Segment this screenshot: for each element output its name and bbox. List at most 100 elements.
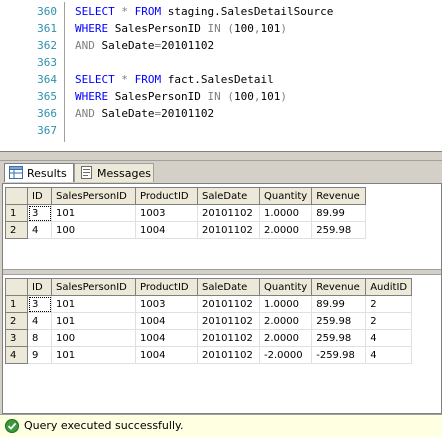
grid-cell[interactable]: 259.98: [311, 329, 367, 347]
column-header[interactable]: Quantity: [258, 278, 313, 296]
column-header[interactable]: Revenue: [311, 278, 367, 296]
grid-cell[interactable]: 259.98: [311, 221, 367, 239]
results-grid-2[interactable]: ID SalesPersonID ProductID SaleDate Quantity…: [5, 278, 413, 364]
code-text[interactable]: SELECT * FROM staging.SalesDetailSource: [75, 3, 333, 20]
table-row[interactable]: 1 3 101 1003 20101102 1.0000 89.99 2: [5, 295, 413, 313]
grid-cell[interactable]: 2.0000: [258, 312, 313, 330]
grid-cell[interactable]: 20101102: [197, 295, 260, 313]
row-number[interactable]: 3: [5, 329, 28, 347]
status-bar: Query executed successfully.: [0, 414, 442, 437]
grid-separator[interactable]: [3, 269, 441, 275]
code-line[interactable]: 364 SELECT * FROM fact.SalesDetail: [0, 71, 442, 88]
column-header[interactable]: SalesPersonID: [51, 187, 136, 205]
grid-corner[interactable]: [5, 278, 28, 296]
grid-cell[interactable]: 20101102: [197, 312, 260, 330]
tab-results-label: Results: [27, 167, 67, 180]
code-text[interactable]: SELECT * FROM fact.SalesDetail: [75, 71, 274, 88]
results-grid-1[interactable]: ID SalesPersonID ProductID SaleDate Quantity…: [5, 187, 367, 239]
editor-results-splitter[interactable]: [0, 152, 442, 161]
code-line[interactable]: 365 WHERE SalesPersonID IN (100,101): [0, 88, 442, 105]
check-circle-icon: [5, 419, 19, 433]
code-line[interactable]: 367: [0, 122, 442, 139]
grid-cell[interactable]: 1004: [135, 346, 198, 364]
code-line[interactable]: 360 SELECT * FROM staging.SalesDetailSour…: [0, 3, 442, 20]
grid-cell[interactable]: 1004: [135, 329, 198, 347]
grid-cell[interactable]: 89.99: [311, 295, 367, 313]
grid-cell[interactable]: 3: [27, 204, 52, 222]
grid-cell[interactable]: 100: [51, 221, 136, 239]
line-number: 360: [37, 5, 57, 18]
grid-cell[interactable]: 4: [27, 312, 52, 330]
row-number[interactable]: 2: [5, 312, 28, 330]
code-line[interactable]: 366 AND SaleDate=20101102: [0, 105, 442, 122]
row-number[interactable]: 4: [5, 346, 28, 364]
column-header[interactable]: Quantity: [258, 187, 313, 205]
column-header[interactable]: Revenue: [311, 187, 367, 205]
line-number: 364: [37, 73, 57, 86]
grid-header-row: ID SalesPersonID ProductID SaleDate Quantity…: [5, 278, 413, 296]
row-number[interactable]: 1: [5, 204, 28, 222]
row-number[interactable]: 1: [5, 295, 28, 313]
grid-cell[interactable]: 20101102: [197, 346, 260, 364]
grid-cell[interactable]: 1.0000: [258, 295, 313, 313]
grid-cell[interactable]: 101: [51, 312, 136, 330]
grid-cell[interactable]: 89.99: [311, 204, 367, 222]
code-text[interactable]: AND SaleDate=20101102: [75, 105, 214, 122]
status-message: Query executed successfully.: [24, 419, 184, 432]
column-header[interactable]: SalesPersonID: [51, 278, 136, 296]
column-header[interactable]: ProductID: [135, 187, 198, 205]
grid-cell[interactable]: 101: [51, 346, 136, 364]
code-text[interactable]: AND SaleDate=20101102: [75, 37, 214, 54]
grid-cell[interactable]: 101: [51, 295, 136, 313]
tab-results[interactable]: Results: [4, 163, 74, 182]
grid-cell[interactable]: 1.0000: [258, 204, 313, 222]
grid-cell[interactable]: 20101102: [197, 329, 260, 347]
grid-cell[interactable]: 1003: [135, 295, 198, 313]
line-number: 366: [37, 107, 57, 120]
line-number: 365: [37, 90, 57, 103]
grid-cell[interactable]: 9: [27, 346, 52, 364]
column-header[interactable]: ProductID: [135, 278, 198, 296]
grid-cell[interactable]: 20101102: [197, 204, 260, 222]
table-row[interactable]: 2 4 101 1004 20101102 2.0000 259.98 2: [5, 312, 413, 330]
grid-cell[interactable]: -2.0000: [258, 346, 313, 364]
grid-cell[interactable]: 2.0000: [258, 329, 313, 347]
grid-cell[interactable]: 259.98: [311, 312, 367, 330]
grid-cell[interactable]: 8: [27, 329, 52, 347]
grid-cell[interactable]: 3: [27, 295, 52, 313]
code-text[interactable]: WHERE SalesPersonID IN (100,101): [75, 20, 287, 37]
grid-cell[interactable]: 20101102: [197, 221, 260, 239]
query-editor[interactable]: 360 SELECT * FROM staging.SalesDetailSour…: [0, 0, 442, 152]
table-row[interactable]: 4 9 101 1004 20101102 -2.0000 -259.98 4: [5, 346, 413, 364]
code-line[interactable]: 361 WHERE SalesPersonID IN (100,101): [0, 20, 442, 37]
column-header[interactable]: SaleDate: [197, 187, 260, 205]
grid-cell[interactable]: 1003: [135, 204, 198, 222]
line-number: 361: [37, 22, 57, 35]
line-number: 367: [37, 124, 57, 137]
column-header[interactable]: SaleDate: [197, 278, 260, 296]
grid-cell[interactable]: 101: [51, 204, 136, 222]
table-row[interactable]: 2 4 100 1004 20101102 2.0000 259.98: [5, 221, 367, 239]
grid-cell[interactable]: 1004: [135, 221, 198, 239]
column-header[interactable]: AuditID: [365, 278, 413, 296]
grid-cell[interactable]: -259.98: [311, 346, 367, 364]
tab-messages[interactable]: Messages: [74, 163, 154, 182]
table-row[interactable]: 3 8 100 1004 20101102 2.0000 259.98 4: [5, 329, 413, 347]
grid-cell[interactable]: 2: [365, 312, 413, 330]
grid-cell[interactable]: 100: [51, 329, 136, 347]
grid-cell[interactable]: 4: [365, 329, 413, 347]
grid-cell[interactable]: 4: [365, 346, 413, 364]
line-number: 363: [37, 56, 57, 69]
grid-corner[interactable]: [5, 187, 28, 205]
code-text[interactable]: WHERE SalesPersonID IN (100,101): [75, 88, 287, 105]
row-number[interactable]: 2: [5, 221, 28, 239]
code-line[interactable]: 362 AND SaleDate=20101102: [0, 37, 442, 54]
grid-cell[interactable]: 2.0000: [258, 221, 313, 239]
grid-cell[interactable]: 4: [27, 221, 52, 239]
table-row[interactable]: 1 3 101 1003 20101102 1.0000 89.99: [5, 204, 367, 222]
column-header[interactable]: ID: [27, 278, 52, 296]
grid-cell[interactable]: 2: [365, 295, 413, 313]
grid-cell[interactable]: 1004: [135, 312, 198, 330]
code-line[interactable]: 363: [0, 54, 442, 71]
column-header[interactable]: ID: [27, 187, 52, 205]
